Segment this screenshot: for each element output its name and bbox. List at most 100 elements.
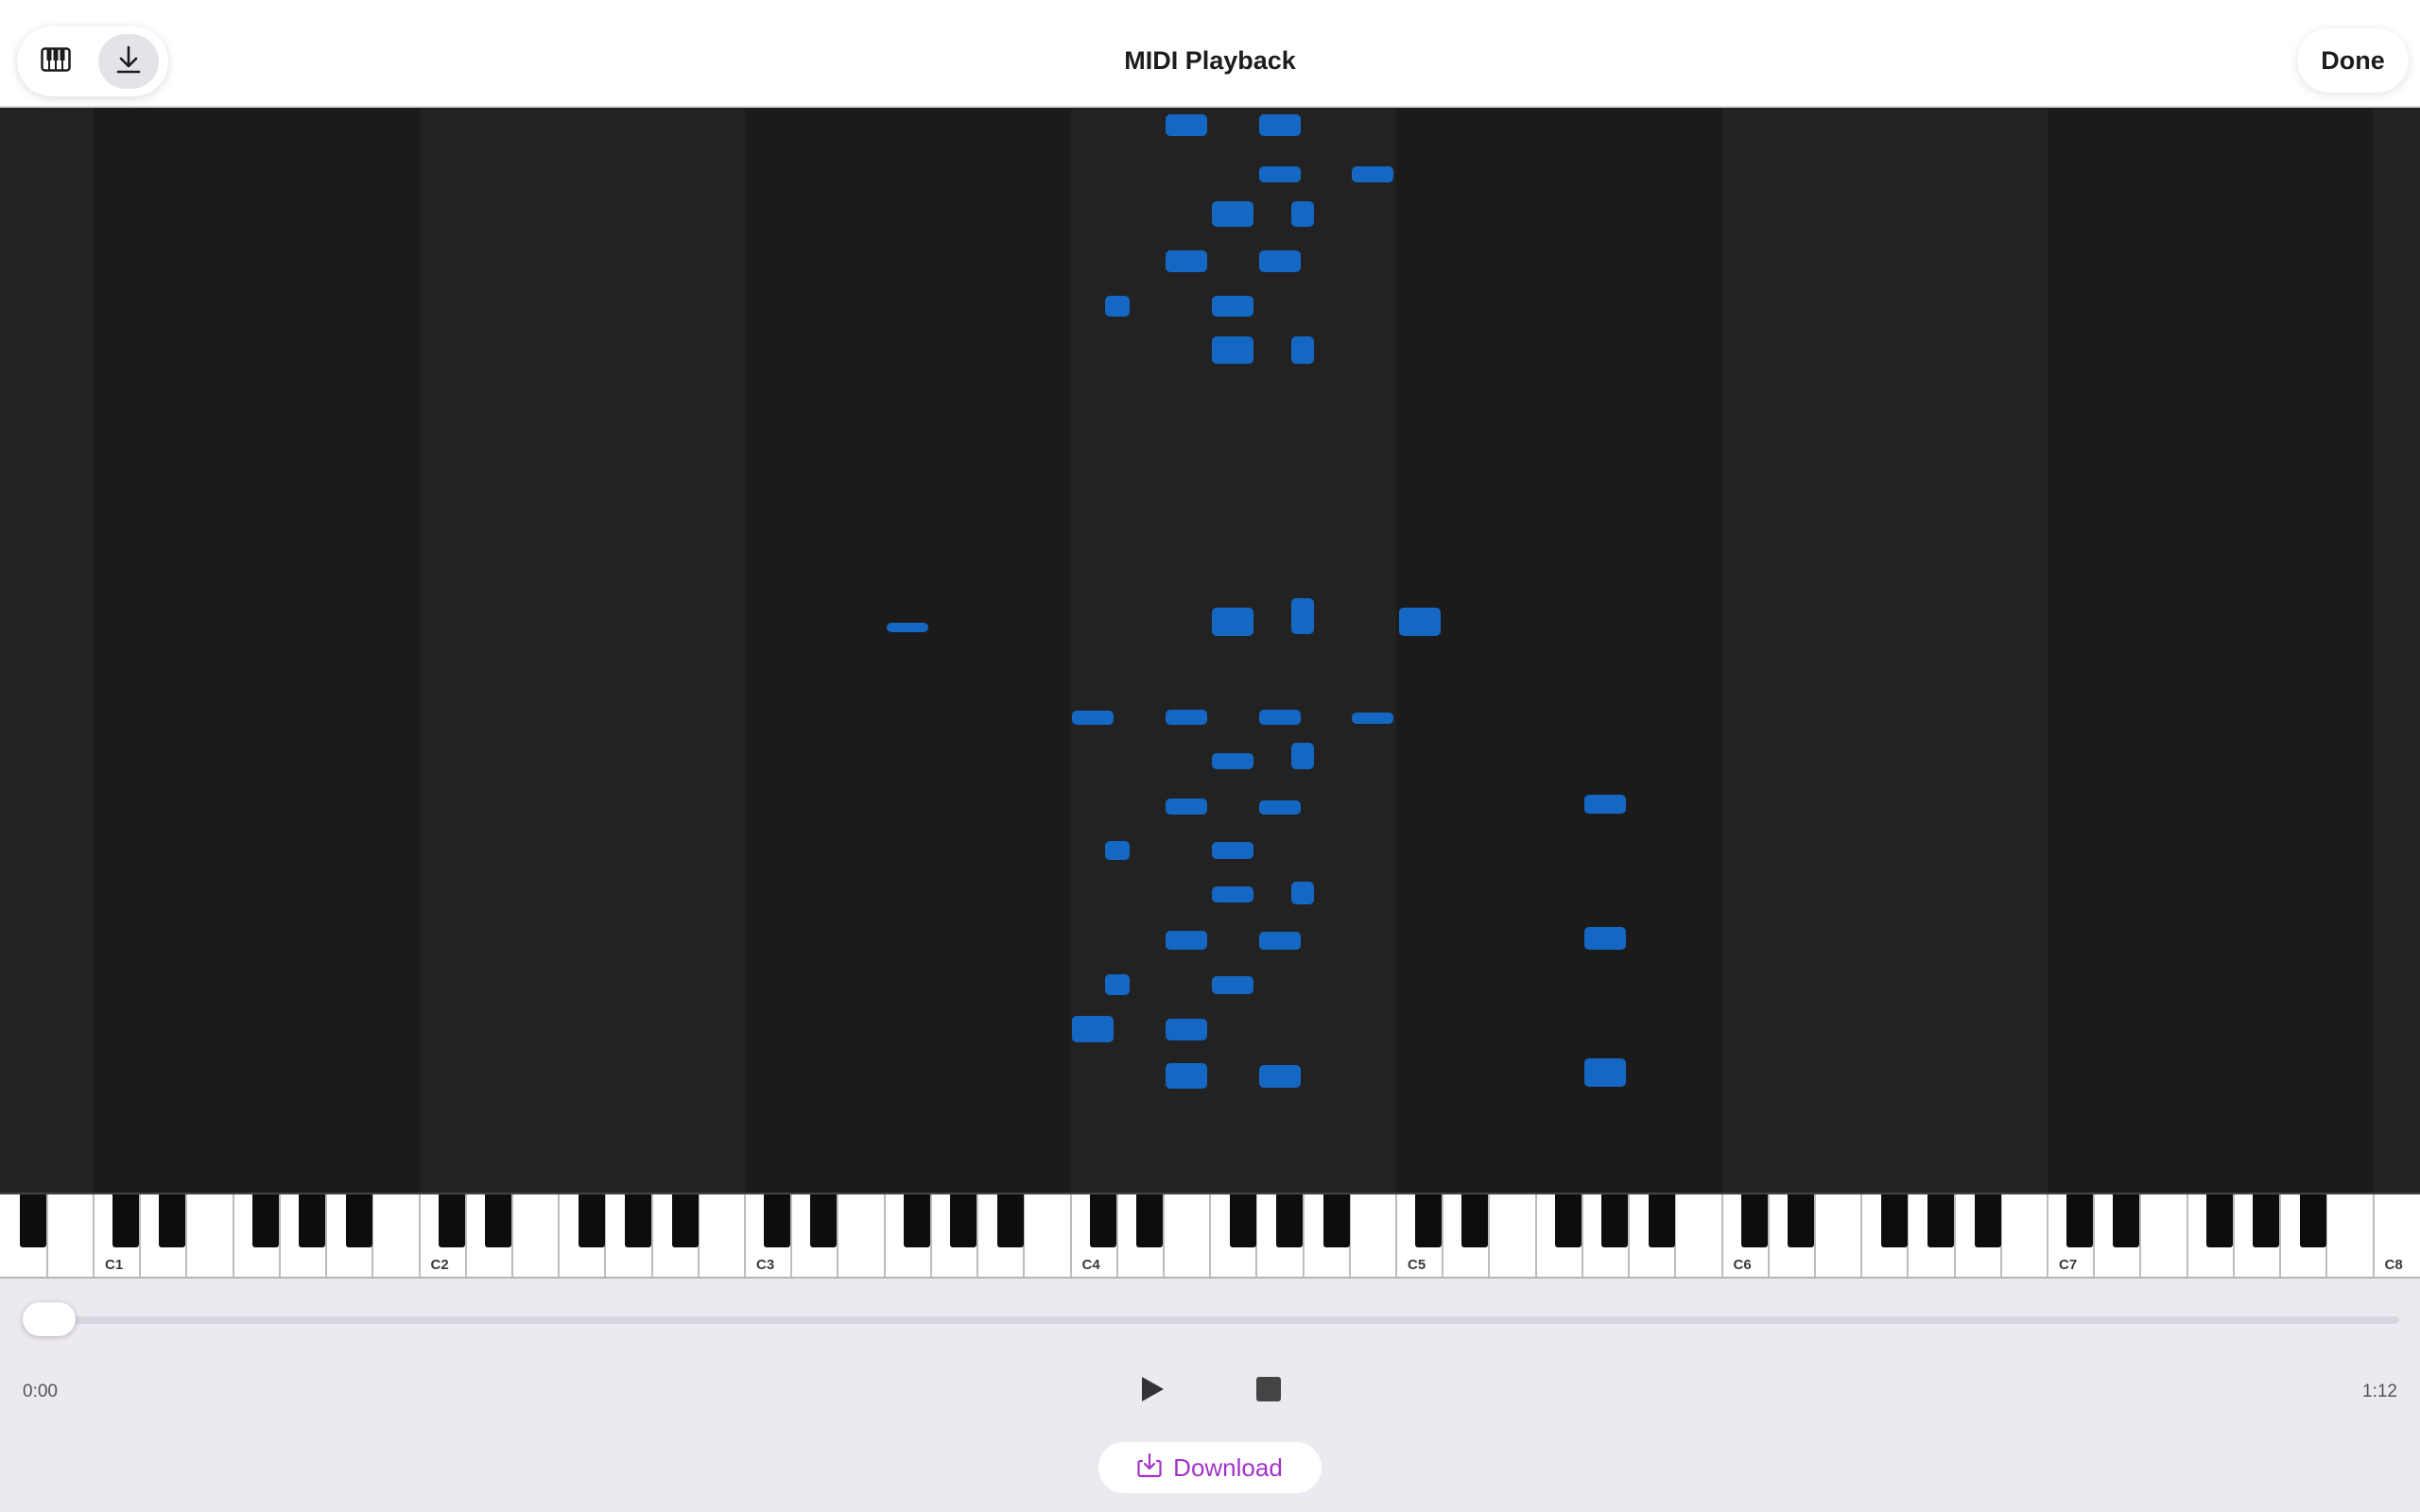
black-key[interactable] xyxy=(2066,1194,2093,1247)
black-key[interactable] xyxy=(1135,1194,1163,1247)
piano-roll xyxy=(0,108,2420,1193)
download-button[interactable]: Download xyxy=(1098,1442,1322,1493)
black-key[interactable] xyxy=(299,1194,325,1247)
white-key-edge xyxy=(1628,1194,1631,1277)
black-key[interactable] xyxy=(1740,1194,1768,1247)
black-key[interactable] xyxy=(810,1194,837,1247)
octave-band xyxy=(1721,108,2048,1193)
midi-note xyxy=(1259,800,1301,815)
black-key[interactable] xyxy=(950,1194,977,1247)
black-key[interactable] xyxy=(252,1194,279,1247)
white-key-edge xyxy=(418,1194,421,1277)
black-key[interactable] xyxy=(2206,1194,2233,1247)
black-key[interactable] xyxy=(20,1194,46,1247)
midi-note xyxy=(1259,166,1301,182)
black-key[interactable] xyxy=(1275,1194,1303,1247)
black-key[interactable] xyxy=(1229,1194,1256,1247)
midi-note xyxy=(1212,842,1253,859)
black-key[interactable] xyxy=(1089,1194,1116,1247)
white-key-edge xyxy=(2232,1194,2235,1277)
black-key[interactable] xyxy=(438,1194,465,1247)
black-key[interactable] xyxy=(346,1194,372,1247)
white-key-edge xyxy=(2279,1194,2282,1277)
octave-band xyxy=(2048,108,2374,1193)
black-key[interactable] xyxy=(1787,1194,1814,1247)
white-key-edge xyxy=(1860,1194,1863,1277)
midi-note xyxy=(1259,250,1301,272)
midi-note xyxy=(887,623,928,632)
octave-band xyxy=(1396,108,1722,1193)
midi-note xyxy=(1291,598,1314,634)
black-key[interactable] xyxy=(997,1194,1024,1247)
midi-note xyxy=(1105,974,1130,995)
white-key-edge xyxy=(604,1194,607,1277)
black-key[interactable] xyxy=(112,1194,139,1247)
black-key[interactable] xyxy=(1649,1194,1675,1247)
black-key[interactable] xyxy=(764,1194,790,1247)
black-key[interactable] xyxy=(1322,1194,1350,1247)
octave-label: C3 xyxy=(756,1257,775,1273)
black-key[interactable] xyxy=(484,1194,511,1247)
white-key-edge xyxy=(1255,1194,1258,1277)
white-key-edge xyxy=(139,1194,142,1277)
midi-note xyxy=(1072,711,1114,725)
white-key-edge xyxy=(1813,1194,1816,1277)
black-key[interactable] xyxy=(1927,1194,1954,1247)
midi-note xyxy=(1259,1065,1301,1088)
white-key-edge xyxy=(1162,1194,1165,1277)
black-key[interactable] xyxy=(904,1194,930,1247)
piano-keyboard[interactable]: C1 C2 C3 C4 C5 C6 C7 C8 xyxy=(0,1193,2420,1279)
progress-track[interactable] xyxy=(45,1316,2399,1324)
white-key-edge xyxy=(1720,1194,1723,1277)
black-key[interactable] xyxy=(671,1194,699,1247)
done-button[interactable]: Done xyxy=(2297,28,2409,93)
black-key[interactable] xyxy=(1974,1194,2001,1247)
midi-note xyxy=(1584,927,1626,950)
black-key[interactable] xyxy=(578,1194,605,1247)
white-key-edge xyxy=(929,1194,932,1277)
octave-label: C7 xyxy=(2059,1257,2078,1273)
black-key[interactable] xyxy=(159,1194,185,1247)
black-key[interactable] xyxy=(1555,1194,1582,1247)
midi-note xyxy=(1291,336,1314,364)
black-key[interactable] xyxy=(2300,1194,2326,1247)
black-key[interactable] xyxy=(2253,1194,2279,1247)
midi-note xyxy=(1166,799,1207,815)
black-key[interactable] xyxy=(1601,1194,1628,1247)
play-button[interactable] xyxy=(1133,1372,1171,1410)
progress-thumb[interactable] xyxy=(23,1302,76,1336)
white-key-edge xyxy=(558,1194,561,1277)
white-key-edge xyxy=(2139,1194,2142,1277)
window-title: MIDI Playback xyxy=(1124,46,1296,75)
midi-note xyxy=(1584,1058,1626,1087)
white-key-edge xyxy=(1953,1194,1956,1277)
octave-band xyxy=(745,108,1071,1193)
black-key[interactable] xyxy=(1415,1194,1442,1247)
black-key[interactable] xyxy=(1880,1194,1908,1247)
octave-label: C2 xyxy=(430,1257,449,1273)
black-key[interactable] xyxy=(2113,1194,2139,1247)
stop-icon xyxy=(1255,1376,1282,1407)
black-key[interactable] xyxy=(624,1194,651,1247)
midi-note xyxy=(1166,1019,1207,1040)
midi-note xyxy=(1212,201,1253,227)
midi-note xyxy=(1166,250,1207,272)
play-icon xyxy=(1139,1375,1166,1408)
midi-note xyxy=(1291,882,1314,904)
top-bar: MIDI Playback Done xyxy=(0,0,2420,108)
white-key-edge xyxy=(232,1194,234,1277)
midi-note xyxy=(1212,753,1253,769)
white-key-edge xyxy=(883,1194,886,1277)
white-key-edge xyxy=(45,1194,48,1277)
midi-note xyxy=(1166,931,1207,950)
white-key-edge xyxy=(744,1194,746,1277)
white-key-edge xyxy=(1069,1194,1072,1277)
black-key[interactable] xyxy=(1461,1194,1488,1247)
white-key-edge xyxy=(1115,1194,1118,1277)
midi-note xyxy=(1259,114,1301,136)
octave-band xyxy=(94,108,420,1193)
white-key-edge xyxy=(325,1194,328,1277)
octave-band xyxy=(419,108,745,1193)
midi-note xyxy=(1259,710,1301,725)
stop-button[interactable] xyxy=(1250,1372,1288,1410)
